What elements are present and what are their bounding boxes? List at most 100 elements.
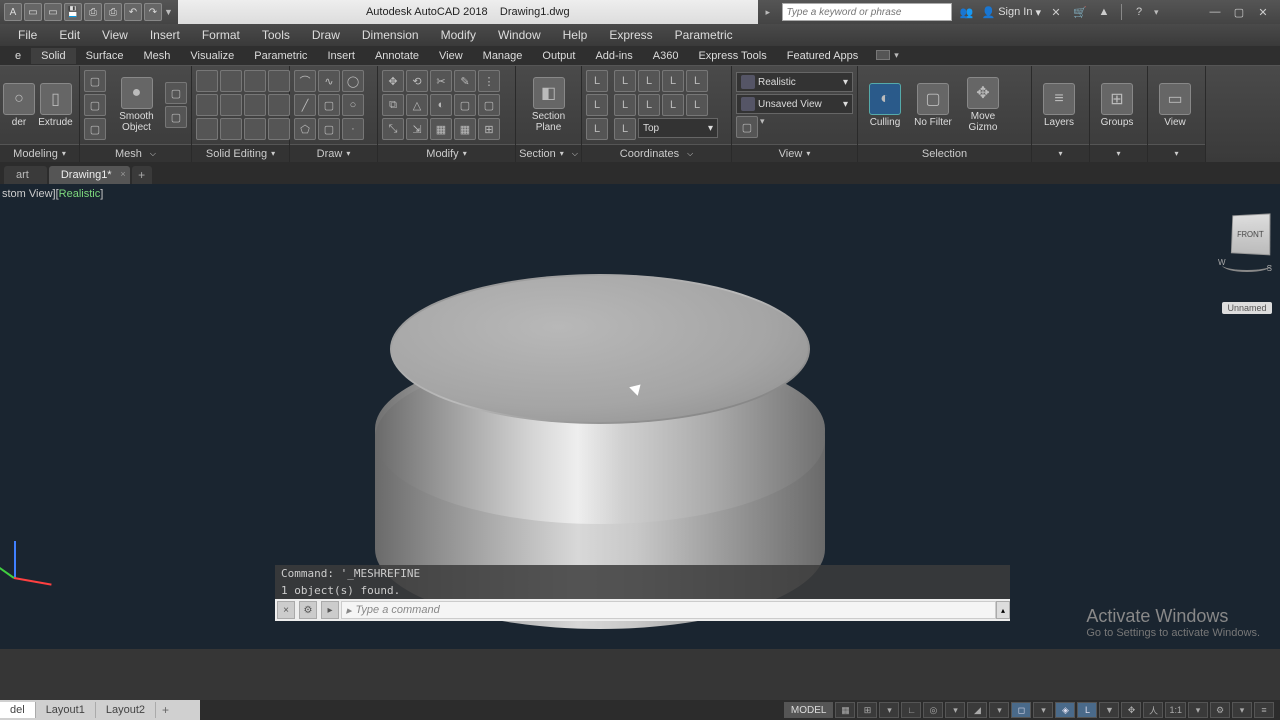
- status-snap-icon[interactable]: ⊞: [857, 702, 877, 718]
- panel-title-view[interactable]: View: [779, 148, 803, 160]
- infocenter-icon[interactable]: 👥: [958, 3, 976, 21]
- co-1[interactable]: L: [586, 70, 608, 92]
- mesh-sm4[interactable]: ▢: [165, 82, 187, 104]
- md-13[interactable]: ▦: [430, 118, 452, 140]
- rtab-visualize[interactable]: Visualize: [180, 48, 244, 64]
- exchange-icon[interactable]: ✕: [1047, 3, 1065, 21]
- tab-add-button[interactable]: +: [132, 166, 152, 184]
- md-15[interactable]: ⊞: [478, 118, 500, 140]
- md-5[interactable]: ⋮: [478, 70, 500, 92]
- qat-open-icon[interactable]: ▭: [44, 3, 62, 21]
- menu-tools[interactable]: Tools: [252, 26, 300, 44]
- tab-start[interactable]: art: [4, 166, 47, 184]
- panel-title-modeling[interactable]: Modeling: [13, 148, 58, 160]
- btn-section-plane[interactable]: ◧Section Plane: [520, 77, 577, 133]
- menu-insert[interactable]: Insert: [140, 26, 190, 44]
- mesh-sm2[interactable]: ▢: [84, 94, 106, 116]
- mesh-sm3[interactable]: ▢: [84, 118, 106, 140]
- status-annoscale-icon[interactable]: 人: [1143, 702, 1163, 718]
- se-5[interactable]: [196, 94, 218, 116]
- status-dynucs-icon[interactable]: L: [1077, 702, 1097, 718]
- menu-format[interactable]: Format: [192, 26, 250, 44]
- panel-title-draw[interactable]: Draw: [317, 148, 343, 160]
- co-12[interactable]: L: [614, 118, 636, 140]
- menu-parametric[interactable]: Parametric: [665, 26, 743, 44]
- help-search-input[interactable]: [782, 3, 952, 21]
- menu-window[interactable]: Window: [488, 26, 551, 44]
- rtab-express[interactable]: Express Tools: [688, 48, 776, 64]
- se-11[interactable]: [244, 118, 266, 140]
- btn-move-gizmo[interactable]: ✥Move Gizmo: [958, 77, 1008, 133]
- menu-modify[interactable]: Modify: [431, 26, 486, 44]
- layout-tab-1[interactable]: Layout1: [36, 702, 96, 718]
- md-3[interactable]: ✂: [430, 70, 452, 92]
- co-10[interactable]: L: [662, 94, 684, 116]
- status-drop1[interactable]: ▾: [879, 702, 899, 718]
- btn-smooth-object[interactable]: ●Smooth Object: [110, 77, 163, 133]
- tab-close-icon[interactable]: ×: [120, 169, 125, 179]
- dr-5[interactable]: ▢: [318, 94, 340, 116]
- menu-draw[interactable]: Draw: [302, 26, 350, 44]
- dr-6[interactable]: ○: [342, 94, 364, 116]
- cmd-options-icon[interactable]: ⚙: [299, 601, 317, 619]
- co-6[interactable]: L: [662, 70, 684, 92]
- qat-redo-icon[interactable]: ↷: [144, 3, 162, 21]
- btn-view[interactable]: ▭View: [1152, 83, 1198, 128]
- se-8[interactable]: [268, 94, 290, 116]
- co-5[interactable]: L: [638, 70, 660, 92]
- btn-groups[interactable]: ⊞Groups: [1094, 83, 1140, 128]
- btn-culling[interactable]: ◐Culling: [862, 83, 908, 128]
- co-11[interactable]: L: [686, 94, 708, 116]
- se-12[interactable]: [268, 118, 290, 140]
- rtab-parametric[interactable]: Parametric: [244, 48, 317, 64]
- groups-drop[interactable]: ▾: [1116, 149, 1120, 158]
- rtab-solid[interactable]: Solid: [31, 48, 75, 64]
- status-3dosnap-icon[interactable]: ◈: [1055, 702, 1075, 718]
- vw-icon[interactable]: ▢: [736, 116, 758, 138]
- rtab-surface[interactable]: Surface: [76, 48, 134, 64]
- title-right-drop[interactable]: ▸: [766, 7, 776, 18]
- viewport[interactable]: stom View][Realistic] FRONT Unnamed Acti…: [0, 184, 1280, 649]
- rtab-addins[interactable]: Add-ins: [585, 48, 642, 64]
- panel-title-mesh[interactable]: Mesh: [115, 148, 142, 160]
- rtab-annotate[interactable]: Annotate: [365, 48, 429, 64]
- signin-link[interactable]: 👤 Sign In ▾: [982, 6, 1041, 19]
- md-6[interactable]: ⧉: [382, 94, 404, 116]
- co-4[interactable]: L: [614, 70, 636, 92]
- co-2[interactable]: L: [586, 94, 608, 116]
- cmd-recent-icon[interactable]: ▸: [321, 601, 339, 619]
- se-3[interactable]: [244, 70, 266, 92]
- qat-print-icon[interactable]: ⎙: [104, 3, 122, 21]
- qat-undo-icon[interactable]: ↶: [124, 3, 142, 21]
- minimize-icon[interactable]: —: [1206, 3, 1224, 21]
- status-ortho-icon[interactable]: ∟: [901, 702, 921, 718]
- status-customize-icon[interactable]: ≡: [1254, 702, 1274, 718]
- status-drop3[interactable]: ▾: [989, 702, 1009, 718]
- status-drop6[interactable]: ▾: [1232, 702, 1252, 718]
- status-gizmo-icon[interactable]: ✥: [1121, 702, 1141, 718]
- rtab-mesh[interactable]: Mesh: [134, 48, 181, 64]
- md-1[interactable]: ✥: [382, 70, 404, 92]
- rtab-insert[interactable]: Insert: [317, 48, 365, 64]
- viewcube[interactable]: FRONT Unnamed: [1222, 214, 1272, 304]
- a360-icon[interactable]: ▲: [1095, 3, 1113, 21]
- co-3[interactable]: L: [586, 118, 608, 140]
- se-2[interactable]: [220, 70, 242, 92]
- md-10[interactable]: ▢: [478, 94, 500, 116]
- dr-9[interactable]: ·: [342, 118, 364, 140]
- viewcube-face[interactable]: FRONT: [1231, 213, 1271, 255]
- layers-drop[interactable]: ▾: [1058, 149, 1062, 158]
- btn-cylinder[interactable]: ○der: [4, 83, 34, 128]
- mesh-sm1[interactable]: ▢: [84, 70, 106, 92]
- menu-file[interactable]: File: [8, 26, 47, 44]
- se-7[interactable]: [244, 94, 266, 116]
- viewcube-compass[interactable]: [1222, 258, 1272, 272]
- qat-new-icon[interactable]: ▭: [24, 3, 42, 21]
- rtab-manage[interactable]: Manage: [473, 48, 533, 64]
- dr-3[interactable]: ◯: [342, 70, 364, 92]
- panel-title-section[interactable]: Section: [519, 148, 556, 160]
- cart-icon[interactable]: 🛒: [1071, 3, 1089, 21]
- visual-style-combo[interactable]: Realistic▾: [736, 72, 853, 92]
- btn-layers[interactable]: ≡Layers: [1036, 83, 1082, 128]
- se-10[interactable]: [220, 118, 242, 140]
